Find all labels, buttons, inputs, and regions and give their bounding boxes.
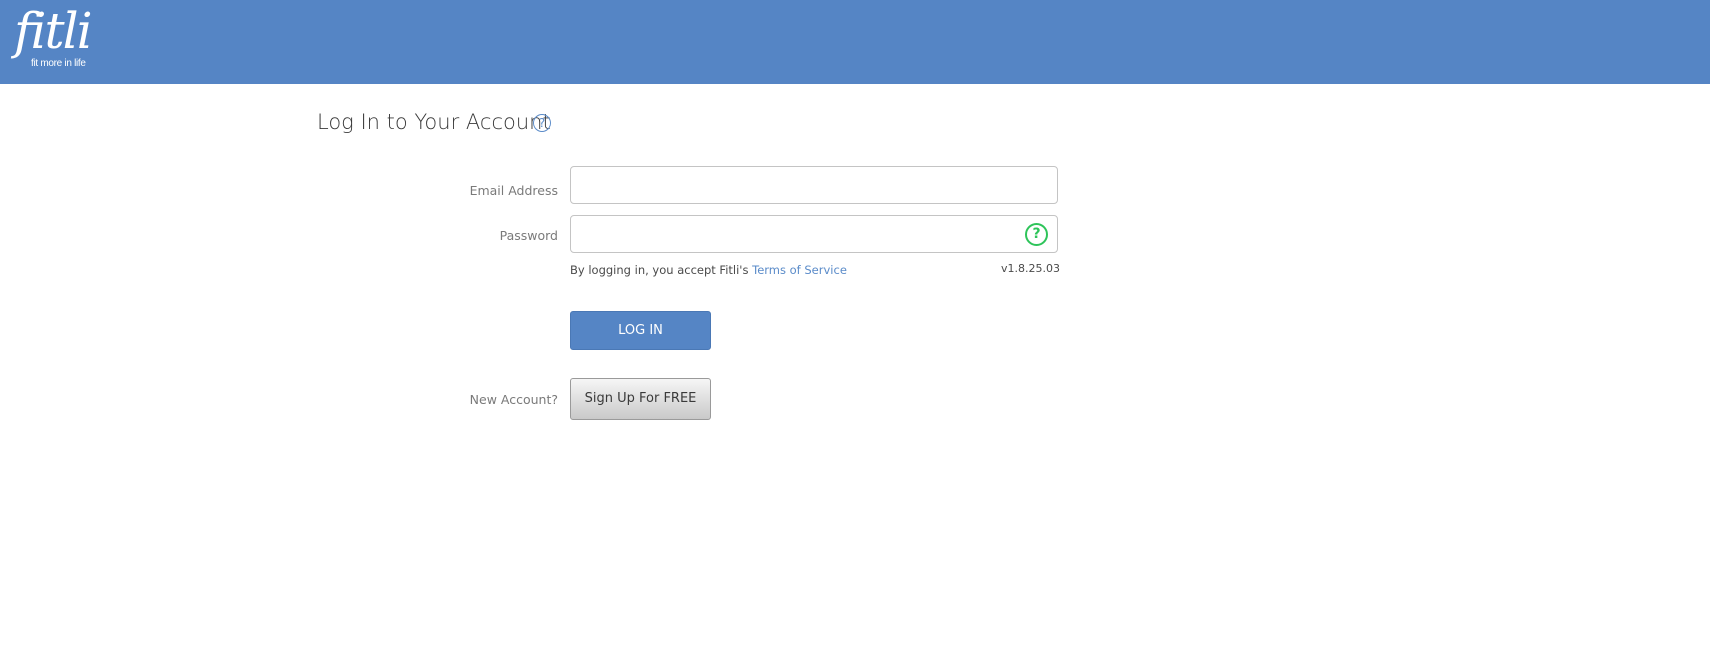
top-header: fitli fit more in life	[0, 0, 1710, 84]
login-button[interactable]: LOG IN	[570, 311, 711, 350]
email-field[interactable]	[570, 166, 1058, 204]
terms-notice: By logging in, you accept Fitli's Terms …	[570, 263, 847, 277]
email-label: Email Address	[469, 183, 558, 198]
terms-of-service-link[interactable]: Terms of Service	[752, 263, 847, 277]
password-label: Password	[499, 228, 558, 243]
signup-button[interactable]: Sign Up For FREE	[570, 378, 711, 420]
page-title: Log In to Your Account	[317, 110, 551, 134]
fitli-logo[interactable]: fitli fit more in life	[14, 2, 93, 69]
password-help-icon[interactable]: ?	[1025, 223, 1048, 246]
terms-text: By logging in, you accept Fitli's	[570, 263, 753, 277]
logo-tagline: fit more in life	[31, 58, 86, 69]
help-icon[interactable]: ?	[533, 114, 551, 132]
new-account-label: New Account?	[469, 392, 558, 407]
version-number: v1.8.25.03	[1001, 262, 1060, 275]
logo-wordmark: fitli	[14, 2, 93, 60]
password-field[interactable]	[570, 215, 1058, 253]
